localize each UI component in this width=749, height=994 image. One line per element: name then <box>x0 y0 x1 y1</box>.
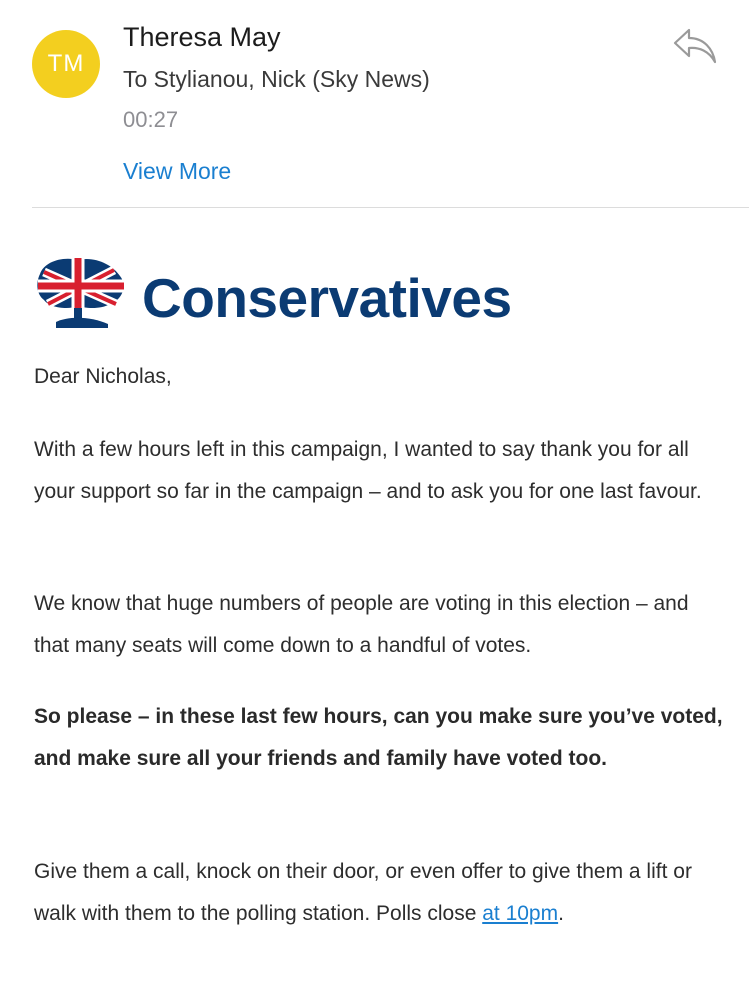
view-more-link[interactable]: View More <box>123 158 231 185</box>
recipient-line[interactable]: To Stylianou, Nick (Sky News) <box>123 66 430 93</box>
sender-name[interactable]: Theresa May <box>123 22 281 53</box>
paragraph-4-text: Give them a call, knock on their door, o… <box>34 860 692 925</box>
paragraph-3-bold: So please – in these last few hours, can… <box>34 705 723 770</box>
paragraph-2: We know that huge numbers of people are … <box>34 592 689 657</box>
polls-close-link[interactable]: at 10pm <box>482 902 558 925</box>
email-header: TM Theresa May To Stylianou, Nick (Sky N… <box>0 0 749 208</box>
reply-arrow-icon <box>673 28 717 64</box>
union-tree-icon <box>37 258 124 328</box>
paragraph-1: With a few hours left in this campaign, … <box>34 438 702 503</box>
header-divider <box>32 207 749 208</box>
paragraph-4: Give them a call, knock on their door, o… <box>34 851 724 935</box>
logo-wordmark: Conservatives <box>142 267 512 329</box>
sender-avatar[interactable]: TM <box>32 30 100 98</box>
reply-button[interactable] <box>671 26 719 66</box>
greeting: Dear Nicholas, <box>34 365 172 388</box>
conservatives-logo: Conservatives <box>34 252 554 332</box>
paragraph-4-end: . <box>558 902 564 925</box>
timestamp: 00:27 <box>123 107 179 132</box>
